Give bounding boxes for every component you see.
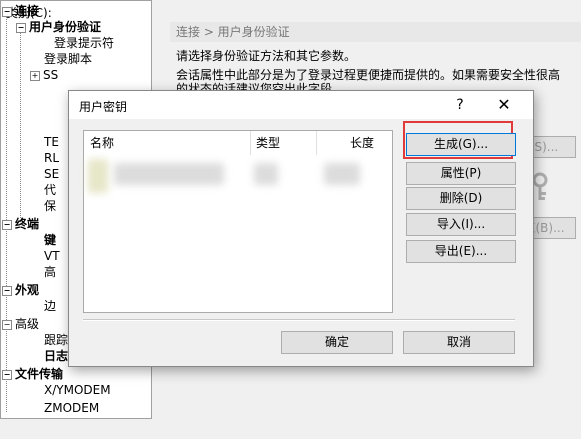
tree-item-xymodem[interactable]: X/YMODEM (44, 382, 111, 398)
tree-item-vt-modes[interactable]: VT (44, 248, 60, 264)
tree-item-zmodem[interactable]: ZMODEM (44, 400, 99, 416)
tree-item-proxy[interactable]: 代 (44, 182, 56, 198)
tree-item-login-prompt[interactable]: 登录提示符 (54, 35, 114, 51)
tree-item-terminal[interactable]: − 终端 (2, 216, 39, 232)
tree-item-border[interactable]: 边 (44, 298, 56, 314)
collapse-icon[interactable]: − (2, 219, 12, 230)
ok-button[interactable]: 确定 (281, 331, 393, 354)
column-header-length[interactable]: 长度 (322, 131, 380, 155)
tree-item-login-script[interactable]: 登录脚本 (44, 51, 92, 67)
tree-item-user-auth[interactable]: − 用户身份验证 (16, 19, 101, 35)
collapse-icon[interactable]: − (2, 319, 12, 330)
tree-item-serial[interactable]: SE (44, 166, 59, 182)
tree-item-keyboard[interactable]: 键 (44, 232, 56, 248)
tree-item-terminal-advanced[interactable]: 高 (44, 264, 56, 280)
tree-item-telnet[interactable]: TE (44, 134, 59, 150)
column-header-name[interactable]: 名称 (90, 131, 251, 155)
collapse-icon[interactable]: − (2, 285, 12, 296)
collapse-icon[interactable]: − (16, 22, 26, 33)
tree-item-appearance[interactable]: − 外观 (2, 282, 39, 298)
tree-item-connection[interactable]: − 连接 (2, 3, 39, 19)
collapse-icon[interactable]: − (2, 6, 12, 17)
table-row[interactable] (324, 163, 360, 185)
description-line: 请选择身份验证方法和其它参数。 (176, 49, 357, 63)
properties-button[interactable]: 属性(P) (406, 162, 516, 185)
tree-item-trace[interactable]: 跟踪 (44, 332, 68, 348)
key-icon (88, 159, 108, 193)
page-title: 连接 > 用户身份验证 (170, 22, 581, 42)
separator (83, 319, 515, 321)
expand-icon[interactable]: + (30, 70, 40, 81)
export-button[interactable]: 导出(E)... (406, 240, 516, 263)
tree-guide-line (20, 28, 21, 218)
help-button[interactable]: ? (449, 95, 471, 115)
collapse-icon[interactable]: − (2, 369, 12, 380)
table-row[interactable] (114, 163, 224, 185)
key-list[interactable]: 名称 类型 长度 (83, 130, 393, 313)
table-row[interactable] (254, 163, 278, 185)
dialog-title: 用户密钥 (79, 100, 128, 114)
column-header-type[interactable]: 类型 (256, 131, 317, 155)
delete-button[interactable]: 删除(D) (406, 187, 516, 210)
close-button[interactable]: ✕ (493, 95, 515, 115)
cancel-button[interactable]: 取消 (403, 331, 515, 354)
import-button[interactable]: 导入(I)... (406, 213, 516, 236)
generate-button[interactable]: 生成(G)... (406, 133, 516, 156)
user-keys-dialog: 用户密钥 ? ✕ 名称 类型 长度 生成(G)... 属性(P) 删除(D) 导… (68, 90, 534, 367)
tree-item-ssh[interactable]: + SS (30, 67, 58, 83)
tree-item-keepalive[interactable]: 保 (44, 198, 56, 214)
tree-item-advanced[interactable]: − 高级 (2, 316, 39, 332)
tree-guide-line (6, 12, 7, 412)
tree-item-rlogin[interactable]: RL (44, 150, 59, 166)
tree-item-file-transfer[interactable]: − 文件传输 (2, 366, 63, 382)
